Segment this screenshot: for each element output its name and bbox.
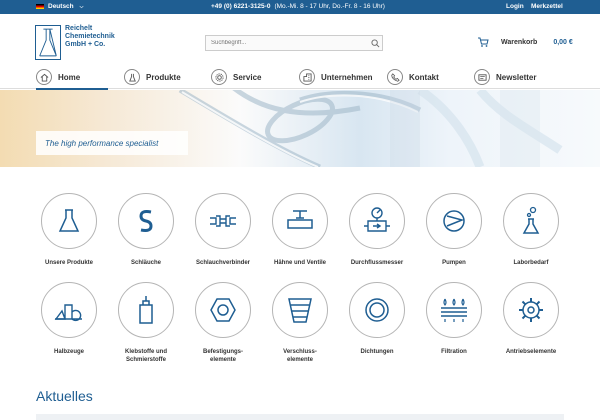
- company-logo[interactable]: [35, 25, 61, 60]
- category-dichtungen[interactable]: Dichtungen: [342, 282, 412, 356]
- nav-service[interactable]: Service: [211, 67, 261, 87]
- category-label: Klebstoffe und Schmierstoffe: [125, 349, 167, 363]
- category-filtration[interactable]: Filtration: [419, 282, 489, 356]
- category-label: Antriebselemente: [505, 349, 557, 355]
- newsletter-icon: [474, 69, 490, 85]
- nav-home[interactable]: Home: [36, 67, 109, 90]
- category-pumpen[interactable]: Pumpen: [419, 193, 489, 267]
- category-antriebselemente[interactable]: Antriebselemente: [496, 282, 566, 356]
- category-label: Befestigungs-elemente: [202, 349, 243, 363]
- nav-service-label: Service: [233, 72, 262, 82]
- category-label: Laborbedarf: [513, 260, 549, 266]
- cog-icon: [519, 298, 543, 322]
- category-label: Pumpen: [442, 260, 466, 266]
- category-verschlusselemente[interactable]: Verschluss-elemente: [265, 282, 335, 364]
- nav-contact[interactable]: Kontakt: [387, 67, 439, 87]
- login-link[interactable]: Login: [506, 3, 524, 10]
- category-label: Halbzeuge: [53, 349, 84, 355]
- nav-company[interactable]: Unternehmen: [299, 67, 373, 87]
- nav-products-label: Produkte: [146, 72, 181, 82]
- german-flag-icon: [36, 4, 44, 9]
- flask-icon: [58, 209, 80, 232]
- category-schlaeuche[interactable]: Schläuche: [111, 193, 181, 267]
- company-name: Reichelt Chemietechnik GmbH + Co.: [65, 25, 115, 48]
- news-section-title: Aktuelles: [36, 388, 93, 404]
- hose-connector-icon: [210, 215, 236, 227]
- main-nav: Home Produkte Service Unternehmen Kontak…: [0, 65, 600, 90]
- nav-products[interactable]: Produkte: [124, 67, 181, 87]
- nut-icon: [210, 298, 236, 322]
- cart[interactable]: Warenkorb 0,00 €: [477, 36, 573, 48]
- hose-icon: [139, 210, 153, 232]
- category-halbzeuge[interactable]: Halbzeuge: [34, 282, 104, 356]
- nav-newsletter-label: Newsletter: [496, 72, 537, 82]
- category-schlauchverbinder[interactable]: Schlauchverbinder: [188, 193, 258, 267]
- category-laborbedarf[interactable]: Laborbedarf: [496, 193, 566, 267]
- gear-icon: [211, 69, 227, 85]
- nav-company-label: Unternehmen: [321, 72, 373, 82]
- language-label: Deutsch: [48, 3, 74, 10]
- search-input[interactable]: [206, 40, 368, 46]
- flask-icon: [124, 69, 140, 85]
- glass-tubes-image: [178, 90, 563, 167]
- search-box: [205, 35, 383, 51]
- valve-icon: [287, 210, 313, 229]
- chevron-down-icon: ⌵: [79, 3, 84, 10]
- category-befestigungselemente[interactable]: Befestigungs-elemente: [188, 282, 258, 364]
- stopper-icon: [288, 298, 312, 323]
- category-label: Hähne und Ventile: [273, 260, 326, 266]
- category-label: Filtration: [441, 349, 467, 355]
- search-icon[interactable]: [368, 36, 382, 50]
- building-icon: [299, 69, 315, 85]
- home-icon: [36, 69, 52, 85]
- category-haehne-ventile[interactable]: Hähne und Ventile: [265, 193, 335, 267]
- top-bar: Deutsch ⌵ +49 (0) 6221-3125-0 (Mo.-Mi. 8 …: [0, 0, 600, 14]
- phone-number[interactable]: +49 (0) 6221-3125-0: [211, 3, 270, 10]
- seal-ring-icon: [365, 298, 389, 322]
- phone-icon: [387, 69, 403, 85]
- flask-logo-icon: [39, 28, 57, 57]
- category-durchflussmesser[interactable]: Durchflussmesser: [342, 193, 412, 267]
- cart-total: 0,00 €: [553, 38, 573, 46]
- category-klebstoffe[interactable]: Klebstoffe und Schmierstoffe: [111, 282, 181, 364]
- category-label: Verschluss-elemente: [283, 349, 317, 363]
- hero-banner: [0, 90, 600, 167]
- cart-label: Warenkorb: [501, 38, 538, 46]
- lab-flask-icon: [522, 206, 540, 234]
- category-label: Dichtungen: [360, 349, 394, 355]
- nav-newsletter[interactable]: Newsletter: [474, 67, 536, 87]
- pump-icon: [443, 210, 465, 232]
- language-selector[interactable]: Deutsch ⌵: [36, 3, 83, 10]
- category-label: Schläuche: [130, 260, 161, 266]
- flowmeter-icon: [364, 207, 390, 232]
- opening-hours: (Mo.-Mi. 8 - 17 Uhr, Do.-Fr. 8 - 16 Uhr): [274, 3, 385, 10]
- category-label: Durchflussmesser: [350, 260, 404, 266]
- shopping-cart-icon: [478, 37, 489, 47]
- nav-home-label: Home: [58, 72, 81, 82]
- nav-contact-label: Kontakt: [409, 72, 439, 82]
- news-section-bar: [36, 414, 564, 420]
- glue-tube-icon: [139, 296, 153, 324]
- category-label: Unsere Produkte: [44, 260, 93, 266]
- contact-phone: +49 (0) 6221-3125-0 (Mo.-Mi. 8 - 17 Uhr, …: [211, 3, 385, 10]
- hero-tagline: The high performance specialist: [36, 131, 188, 155]
- semi-finished-icon: [54, 304, 82, 322]
- category-label: Schlauchverbinder: [195, 260, 251, 266]
- filter-icon: [441, 298, 467, 322]
- memo-list-link[interactable]: Merkzettel: [531, 3, 563, 10]
- category-unsere-produkte[interactable]: Unsere Produkte: [34, 193, 104, 267]
